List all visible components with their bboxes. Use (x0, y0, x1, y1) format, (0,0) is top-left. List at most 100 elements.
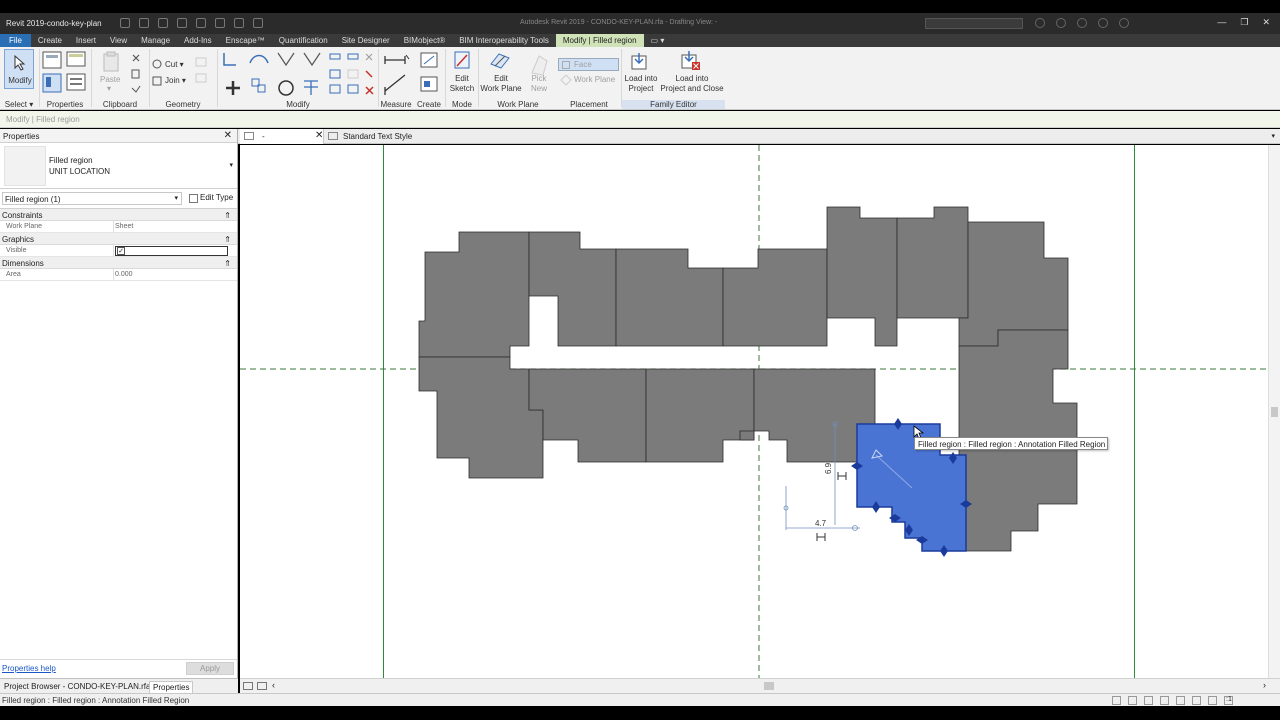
view-tab-drafting[interactable]: - ✕ (240, 129, 324, 144)
properties-help-link[interactable]: Properties help (2, 664, 56, 673)
pick-new-button[interactable]: Pick New (531, 74, 547, 94)
select-pinned-icon[interactable] (1176, 696, 1185, 705)
work-plane-place-button[interactable]: Work Plane (558, 74, 619, 87)
scroll-thumb[interactable] (1271, 407, 1278, 417)
save-icon[interactable] (139, 18, 149, 28)
panel-placement: Face Work Plane Placement (557, 47, 621, 110)
tab-insert[interactable]: Insert (69, 34, 103, 47)
text-qat-icon[interactable] (234, 18, 244, 28)
clipboard-small-icons[interactable] (130, 52, 142, 96)
properties-palette: Properties ✕ Filled region UNIT LOCATION… (0, 129, 238, 678)
load-into-project-close-icon[interactable] (680, 50, 702, 72)
measure-panel-label: Measure (380, 100, 412, 109)
exchange-icon[interactable] (1077, 18, 1087, 28)
unit-region (739, 368, 876, 463)
panel-geometry: Cut ▾ Join ▾ Geometry (150, 47, 216, 110)
scroll-left-icon[interactable]: ‹ (272, 680, 275, 690)
measure-qat-icon[interactable] (215, 18, 225, 28)
modify-tools-icons[interactable] (220, 51, 376, 97)
search-box[interactable] (925, 18, 1023, 29)
drag-elements-icon[interactable] (1208, 696, 1217, 705)
sign-in-icon[interactable] (1035, 18, 1045, 28)
select-dropdown[interactable]: Select ▾ (0, 100, 38, 109)
scroll-right-icon[interactable]: › (1263, 680, 1266, 690)
edit-sketch-icon[interactable] (454, 50, 472, 72)
load-into-project-icon[interactable] (630, 52, 650, 72)
print-icon[interactable] (196, 18, 206, 28)
close-icon[interactable]: ✕ (224, 130, 232, 141)
drawing-area[interactable]: 6.9 4.7 (240, 145, 1268, 678)
view-scale-icon[interactable] (243, 682, 253, 690)
instance-filter-dropdown[interactable]: Filled region (1) ▾ (2, 192, 182, 205)
select-links-icon[interactable] (1144, 696, 1153, 705)
worksets-icon[interactable] (1112, 696, 1121, 705)
cart-icon[interactable] (1056, 18, 1066, 28)
maximize-icon[interactable]: ❐ (1240, 17, 1248, 28)
apply-button[interactable]: Apply (186, 662, 234, 675)
edit-work-plane-icon[interactable] (489, 50, 511, 72)
measure-icon[interactable] (382, 51, 410, 97)
properties-title: Properties (3, 132, 40, 141)
redo-icon[interactable] (177, 18, 187, 28)
scroll-thumb[interactable] (764, 682, 774, 690)
design-options-icon[interactable] (1128, 696, 1137, 705)
undo-icon[interactable] (158, 18, 168, 28)
property-row: Area 0.000 (0, 269, 237, 281)
section-constraints[interactable]: Constraints ⇑ (0, 209, 237, 221)
tab-manage[interactable]: Manage (134, 34, 177, 47)
edit-type-button[interactable]: Edit Type (200, 193, 233, 202)
tab-modify-filled-region[interactable]: Modify | Filled region (555, 34, 644, 47)
open-icon[interactable] (120, 18, 130, 28)
type-selector[interactable]: Filled region UNIT LOCATION ▾ (0, 143, 237, 189)
section-graphics[interactable]: Graphics ⇑ (0, 233, 237, 245)
select-underlay-icon[interactable] (1160, 696, 1169, 705)
family-editor-panel-label: Family Editor (622, 100, 725, 109)
load-into-project-button[interactable]: Load into Project (622, 74, 660, 94)
edit-sketch-button[interactable]: Edit Sketch (446, 74, 478, 94)
tab-quantification[interactable]: Quantification (272, 34, 335, 47)
work-plane-icon (560, 74, 572, 86)
join-button[interactable]: Join ▾ (165, 76, 186, 86)
paste-dropdown[interactable]: ▾ (107, 84, 111, 94)
offset-icon (249, 54, 269, 64)
horizontal-scrollbar[interactable]: ‹ › (240, 678, 1280, 693)
chevron-down-icon: ▾ (174, 195, 178, 202)
chevron-down-icon[interactable]: ▾ (229, 161, 233, 169)
load-into-project-close-button[interactable]: Load into Project and Close (660, 74, 724, 94)
minimize-icon[interactable]: — (1217, 17, 1226, 28)
tab-add-ins[interactable]: Add-Ins (177, 34, 219, 47)
move-icon (226, 81, 240, 95)
section-dimensions[interactable]: Dimensions ⇑ (0, 257, 237, 269)
help-icon[interactable] (1119, 18, 1129, 28)
properties-tools-icon[interactable] (42, 50, 90, 98)
tab-create[interactable]: Create (31, 34, 69, 47)
tab-enscape[interactable]: Enscape™ (219, 34, 272, 47)
user-icon[interactable] (1098, 18, 1108, 28)
panel-create: Create (413, 47, 445, 110)
close-icon[interactable]: ✕ (315, 130, 323, 141)
create-icons[interactable] (416, 51, 444, 97)
tab-file[interactable]: File (0, 34, 31, 47)
type-preview (4, 146, 46, 186)
tab-options-icon[interactable]: ▭ ▾ (644, 34, 672, 47)
select-by-face-icon[interactable] (1192, 696, 1201, 705)
cut-button[interactable]: Cut ▾ (165, 60, 184, 70)
paste-icon[interactable] (102, 51, 120, 73)
tab-project-browser[interactable]: Project Browser - CONDO-KEY-PLAN.rfa (1, 681, 153, 692)
panel-measure: Measure (379, 47, 413, 110)
tab-site-designer[interactable]: Site Designer (335, 34, 397, 47)
close-window-icon[interactable]: ✕ (1262, 17, 1270, 28)
chevron-down-icon[interactable]: ▾ (1271, 132, 1275, 140)
edit-work-plane-button[interactable]: Edit Work Plane (479, 74, 523, 94)
modify-button[interactable]: Modify (4, 49, 34, 89)
3d-view-icon[interactable] (253, 18, 263, 28)
geometry-more-icons[interactable] (194, 55, 212, 93)
tab-bimobject[interactable]: BIMobject® (397, 34, 452, 47)
unit-region (418, 356, 544, 479)
vertical-scrollbar[interactable] (1268, 145, 1280, 678)
face-button[interactable]: Face (558, 58, 619, 71)
tab-view[interactable]: View (103, 34, 134, 47)
detail-level-icon[interactable] (257, 682, 267, 690)
visible-checkbox[interactable]: ✓ (115, 246, 228, 256)
tab-bim-interoperability[interactable]: BIM Interoperability Tools (452, 34, 556, 47)
